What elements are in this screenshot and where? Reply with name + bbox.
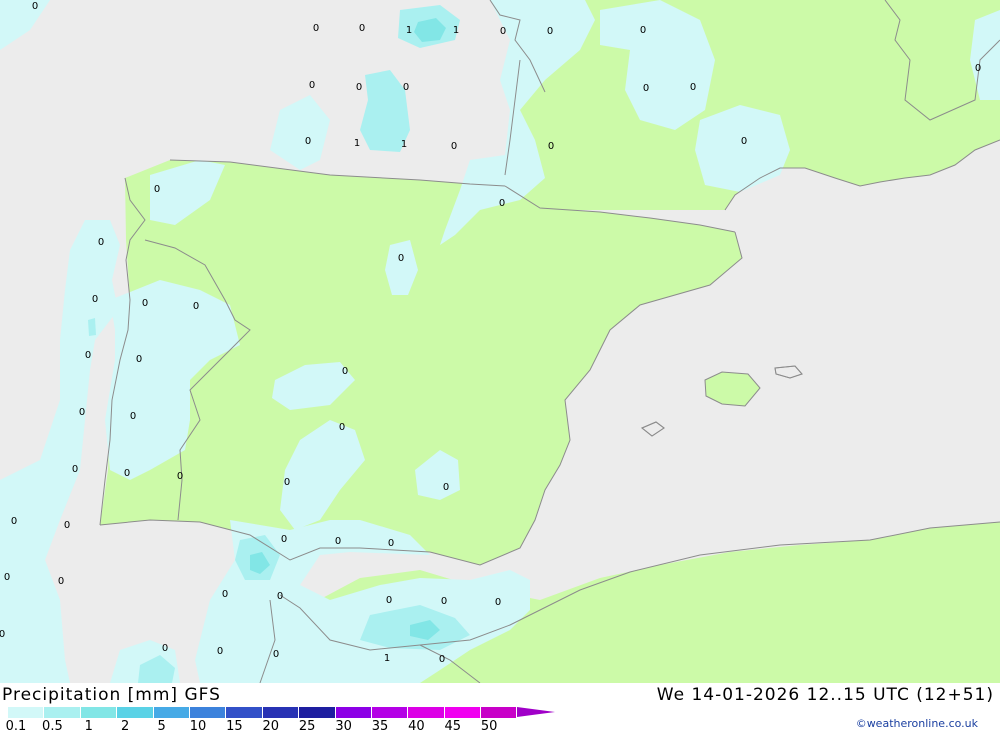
- contour-label: 0: [281, 534, 287, 545]
- legend-swatch-5: [189, 707, 227, 718]
- legend-tick-label: 40: [408, 719, 425, 734]
- contour-label: 0: [388, 538, 394, 549]
- legend-swatch-7: [262, 707, 300, 718]
- contour-label: 0: [547, 26, 553, 37]
- contour-label: 0: [975, 63, 981, 74]
- contour-label: 0: [495, 597, 501, 608]
- legend-tick-label: 45: [444, 719, 462, 734]
- contour-label: 0: [305, 136, 311, 147]
- contour-label: 0: [177, 471, 183, 482]
- contour-label: 0: [339, 422, 345, 433]
- legend-footer: Precipitation [mm] GFS We 14-01-2026 12.…: [0, 683, 1000, 734]
- contour-label: 0: [386, 595, 392, 606]
- legend-arrow-icon: [517, 707, 556, 717]
- legend-swatch-1: [44, 707, 81, 718]
- legend-tick-label: 20: [262, 719, 280, 734]
- credit-link[interactable]: ©weatheronline.co.uk: [856, 717, 978, 730]
- contour-label: 0: [85, 350, 91, 361]
- legend-tick-label: 10: [189, 719, 207, 734]
- contour-label: 0: [741, 136, 747, 147]
- contour-label: 0: [643, 83, 649, 94]
- legend-swatch-13: [481, 707, 518, 718]
- legend-swatch-2: [80, 707, 118, 718]
- contour-label: 0: [130, 411, 136, 422]
- contour-label: 0: [124, 468, 130, 479]
- contour-label: 1: [406, 25, 412, 36]
- contour-label: 0: [335, 536, 341, 547]
- color-scale-labels: 0.1 0.5 1 2 5 10 15 20 25 30 35 40 45 50: [0, 719, 520, 734]
- map-title: Precipitation [mm] GFS: [2, 685, 221, 705]
- valid-time: We 14-01-2026 12..15 UTC (12+51): [656, 685, 994, 705]
- contour-label: 0: [451, 141, 457, 152]
- contour-label: 0: [356, 82, 362, 93]
- legend-swatch-3: [117, 707, 154, 718]
- contour-label: 0: [136, 354, 142, 365]
- contour-label: 0: [342, 366, 348, 377]
- contour-label: 0: [313, 23, 319, 34]
- contour-label: 1: [354, 138, 360, 149]
- contour-label: 0: [72, 464, 78, 475]
- contour-label: 0: [193, 301, 199, 312]
- legend-swatch-9: [335, 707, 372, 718]
- legend-tick-label: 50: [480, 719, 498, 734]
- contour-label: 0: [4, 572, 10, 583]
- precipitation-map: 0 0 0 1 1 0 0 0 0 0 0 0 0 1 1 0 0 0 0 0 …: [0, 0, 1000, 683]
- legend-tick-label: 25: [298, 719, 316, 734]
- contour-label: 0: [403, 82, 409, 93]
- legend-swatch-6: [226, 707, 263, 718]
- contour-label: 0: [439, 654, 445, 665]
- legend-tick-label: 2: [121, 719, 130, 734]
- contour-label: 0: [548, 141, 554, 152]
- contour-label: 0: [0, 629, 5, 640]
- legend-swatch-12: [444, 707, 482, 718]
- legend-tick-label: 35: [371, 719, 389, 734]
- contour-label: 0: [690, 82, 696, 93]
- legend-tick-label: 1: [84, 719, 93, 734]
- legend-swatch-11: [408, 707, 445, 718]
- contour-label: 0: [64, 520, 70, 531]
- legend-tick-label: 30: [335, 719, 352, 734]
- legend-swatch-0: [8, 707, 45, 718]
- contour-label: 0: [273, 649, 279, 660]
- contour-label: 1: [453, 25, 459, 36]
- legend-tick-label: 15: [226, 719, 243, 734]
- contour-label: 0: [58, 576, 64, 587]
- legend-tick-label: 0.1: [5, 719, 27, 734]
- legend-tick-label: 5: [157, 719, 166, 734]
- contour-label: 0: [499, 198, 505, 209]
- contour-label: 0: [32, 1, 38, 12]
- contour-label: 0: [277, 591, 283, 602]
- contour-label: 1: [384, 653, 390, 664]
- legend-swatch-8: [299, 707, 336, 718]
- color-scale-bar: [8, 707, 556, 718]
- legend-swatch-10: [371, 707, 409, 718]
- contour-label: 0: [142, 298, 148, 309]
- contour-label: 0: [217, 646, 223, 657]
- legend-tick-label: 0.5: [42, 719, 63, 734]
- contour-label: 0: [284, 477, 290, 488]
- contour-label: 0: [640, 25, 646, 36]
- map-stage: 0 0 0 1 1 0 0 0 0 0 0 0 0 1 1 0 0 0 0 0 …: [0, 0, 1000, 734]
- contour-label: 0: [98, 237, 104, 248]
- contour-label: 0: [500, 26, 506, 37]
- contour-label: 0: [398, 253, 404, 264]
- legend-swatch-4: [153, 707, 190, 718]
- contour-label: 0: [359, 23, 365, 34]
- contour-label: 0: [309, 80, 315, 91]
- contour-label: 0: [162, 643, 168, 654]
- contour-label: 0: [441, 596, 447, 607]
- contour-label: 1: [401, 139, 407, 150]
- contour-label: 0: [79, 407, 85, 418]
- contour-label: 0: [92, 294, 98, 305]
- contour-label: 0: [443, 482, 449, 493]
- contour-label: 0: [222, 589, 228, 600]
- contour-label: 0: [154, 184, 160, 195]
- contour-label: 0: [11, 516, 17, 527]
